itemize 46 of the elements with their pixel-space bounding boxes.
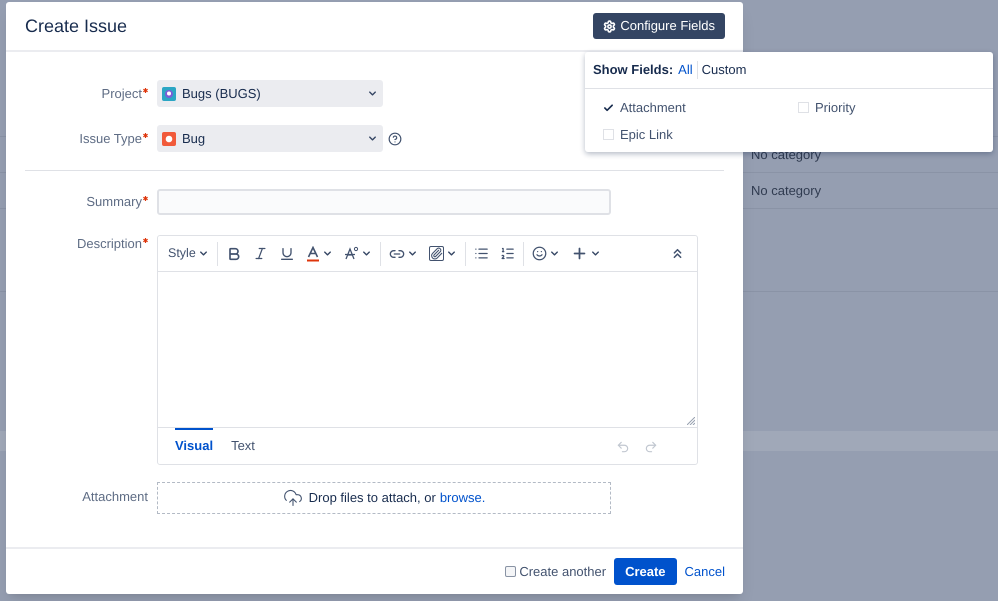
italic-icon[interactable]: [252, 246, 268, 261]
help-icon[interactable]: [388, 132, 402, 146]
field-label: Project: [102, 84, 142, 102]
gear-icon: [603, 20, 616, 32]
field-checkbox[interactable]: [798, 102, 809, 114]
browse-link[interactable]: browse.: [440, 488, 486, 508]
dialog-title: Create Issue: [25, 14, 128, 38]
editor-tab[interactable]: Visual: [175, 428, 214, 456]
drop-files-text: Drop files to attach, or: [308, 489, 436, 508]
field-option-label: Attachment: [620, 99, 686, 117]
field-label: Attachment: [82, 488, 148, 506]
resize-grip-icon[interactable]: [687, 417, 695, 425]
category-text: No category: [751, 182, 822, 200]
create-another-label: Create another: [519, 562, 606, 581]
plus-icon[interactable]: [570, 245, 588, 262]
field-label: Description: [76, 235, 142, 253]
summary-field[interactable]: [157, 189, 611, 215]
show-fields-label: Show Fields:: [593, 61, 674, 80]
project-icon: [162, 86, 176, 100]
bullet-list-icon[interactable]: [474, 246, 489, 261]
field-checkbox[interactable]: [603, 102, 614, 114]
bug-icon: [162, 132, 176, 146]
field-label: Summary: [86, 193, 142, 211]
attachment-icon[interactable]: [428, 246, 444, 261]
emoji-icon[interactable]: [532, 246, 547, 261]
text-format-icon[interactable]: [344, 246, 359, 261]
editor-tab[interactable]: Text: [231, 428, 255, 456]
create-another-checkbox[interactable]: [505, 566, 516, 577]
project-select[interactable]: Bugs (BUGS): [157, 80, 383, 107]
field-option-label: Epic Link: [620, 126, 673, 144]
numbered-list-icon[interactable]: [500, 246, 515, 261]
create-button[interactable]: Create: [614, 558, 677, 585]
field-label: Issue Type: [79, 130, 142, 148]
cloud-upload-icon: [282, 488, 303, 508]
show-fields-option[interactable]: All: [678, 60, 693, 80]
field-option-label: Priority: [815, 99, 856, 117]
show-fields-option[interactable]: Custom: [702, 60, 746, 80]
attachment-dropzone[interactable]: Drop files to attach, or browse.: [157, 482, 611, 514]
style-dropdown[interactable]: Style: [168, 244, 217, 263]
check-icon: [603, 102, 614, 114]
field-checkbox[interactable]: [603, 128, 614, 140]
cancel-link[interactable]: Cancel: [684, 562, 725, 582]
configure-fields-button[interactable]: Configure Fields: [593, 13, 725, 39]
issue-type-select[interactable]: Bug: [157, 125, 383, 152]
underline-icon[interactable]: [278, 246, 295, 262]
text-color-icon[interactable]: [306, 246, 320, 262]
